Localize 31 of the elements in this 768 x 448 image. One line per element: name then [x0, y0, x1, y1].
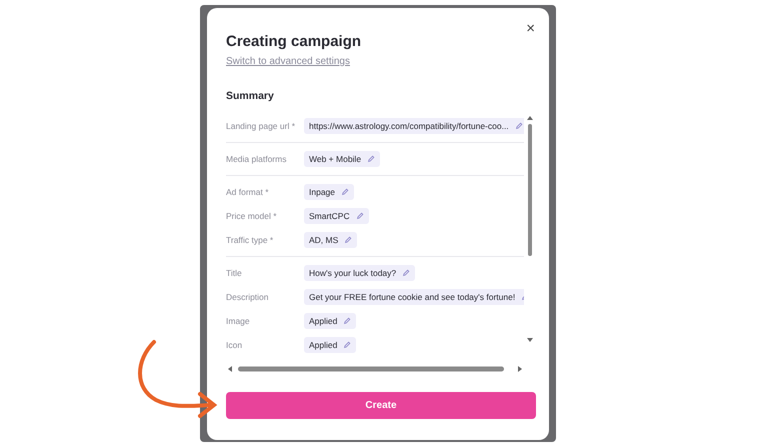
- advanced-settings-link[interactable]: Switch to advanced settings: [226, 56, 350, 67]
- field-label: Ad format *: [226, 187, 270, 197]
- value-chip[interactable]: Get your FREE fortune cookie and see today's fortune!: [304, 289, 524, 305]
- value-chip[interactable]: How's your luck today?: [304, 265, 416, 281]
- pencil-icon[interactable]: [341, 188, 349, 196]
- value-chip[interactable]: AD, MS: [304, 232, 358, 248]
- value-chip[interactable]: https://www.astrology.com/compatibility/fortune-coo...: [304, 118, 524, 134]
- close-button[interactable]: ×: [524, 21, 537, 37]
- value-chip[interactable]: Applied: [304, 337, 356, 353]
- field-label: Landing page url *: [226, 121, 296, 131]
- value-chip[interactable]: Web + Mobile: [304, 151, 380, 167]
- pencil-icon[interactable]: [514, 122, 523, 130]
- pencil-icon[interactable]: [367, 155, 376, 163]
- pencil-icon[interactable]: [344, 236, 352, 244]
- field-label: Title: [226, 268, 243, 278]
- dialog-title: Creating campaign: [226, 33, 362, 51]
- value-chip[interactable]: Inpage: [304, 184, 354, 200]
- pencil-icon[interactable]: [402, 269, 410, 277]
- create-button[interactable]: Create: [226, 392, 536, 419]
- field-label: Icon: [226, 340, 244, 350]
- field-label: Image: [226, 316, 251, 326]
- value-chip[interactable]: Applied: [304, 313, 356, 329]
- field-label: Price model *: [226, 211, 278, 221]
- section-heading: Summary: [226, 90, 274, 102]
- pencil-icon[interactable]: [343, 317, 352, 325]
- value-chip[interactable]: SmartCPC: [304, 208, 369, 224]
- pencil-icon[interactable]: [356, 212, 364, 220]
- field-label: Description: [226, 292, 270, 302]
- field-label: Media platforms: [226, 154, 288, 164]
- field-label: Traffic type *: [226, 235, 274, 245]
- pencil-icon[interactable]: [343, 341, 352, 349]
